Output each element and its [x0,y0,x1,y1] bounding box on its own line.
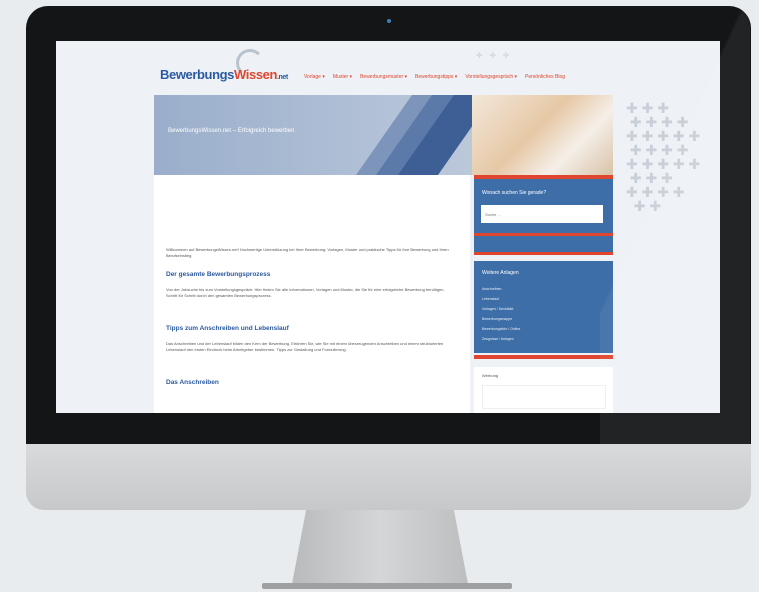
intro-text: Willkommen auf BewerbungsWissen.net! Hoc… [166,247,449,258]
sidebar: Wonach suchen Sie gerade? Weitere Anlage… [474,175,613,413]
nav-item-vorlage[interactable]: Vorlage [304,74,325,80]
category-link[interactable]: Bewerbungsmappe [482,317,512,321]
section-heading: Tipps zum Anschreiben und Lebenslauf [166,325,289,332]
ad-title: Werbung [482,373,499,378]
ad-placeholder[interactable] [482,385,606,409]
section-text: Von der Jobsuche bis zum Vorstellungsges… [166,287,445,298]
monitor-stand-neck [292,510,468,584]
section-heading: Das Anschreiben [166,379,219,386]
logo-accent-text: Wissen [234,67,278,82]
section-heading: Der gesamte Bewerbungsprozess [166,271,271,278]
categories-title: Weitere Anlagen [482,270,519,276]
nav-item-bewerbungstipps[interactable]: Bewerbungstipps [415,74,457,80]
nav-item-bewerbungsmuster[interactable]: Bewerbungsmuster [360,74,407,80]
category-link[interactable]: Zeugnisse / Anlagen [482,337,514,341]
site-logo[interactable]: BewerbungsWissen.net [160,67,288,82]
category-link[interactable]: Lebenslauf [482,297,499,301]
main-content: Willkommen auf BewerbungsWissen.net! Hoc… [154,175,470,413]
monitor-chin [26,444,751,510]
search-widget-title: Wonach suchen Sie gerade? [482,190,547,196]
sidebar-blue-bar [474,236,613,252]
site-header: BewerbungsWissen.net Vorlage Muster Bewe… [154,41,613,95]
sidebar-categories-widget: Weitere Anlagen Anschreiben Lebenslauf V… [474,261,613,353]
screen-glare [600,6,750,444]
main-nav: Vorlage Muster Bewerbungsmuster Bewerbun… [304,74,565,80]
sidebar-ad-widget: Werbung [474,367,613,413]
hero-photo [472,95,613,175]
hero-title: BewerbungsWissen.net – Erfolgreich bewer… [168,128,295,134]
section-text: Das Anschreiben und der Lebenslauf bilde… [166,341,444,352]
category-link[interactable]: Vorlagen / Deckblatt [482,307,513,311]
hero-banner: BewerbungsWissen.net – Erfolgreich bewer… [154,95,613,175]
sidebar-accent-bar [474,252,613,255]
monitor-stand-foot [262,583,512,589]
nav-item-vorstellungsgespraech[interactable]: Vorstellungsgespräch [465,74,517,80]
nav-item-blog[interactable]: Persönliches Blog [525,74,565,80]
nav-item-muster[interactable]: Muster [333,74,352,80]
logo-main-text: Bewerbungs [160,67,235,82]
camera-icon [387,19,391,23]
website-page: BewerbungsWissen.net Vorlage Muster Bewe… [154,41,613,413]
sidebar-search-widget: Wonach suchen Sie gerade? [474,179,613,233]
logo-suffix-text: .net [277,74,288,81]
category-link[interactable]: Bewerbungsfoto / Online [482,327,520,331]
imac-mockup: ✚ ✚ ✚ ✚ ✚ ✚ ✚✚ ✚ ✚ ✚ ✚ ✚ ✚ ✚ ✚✚ ✚ ✚ ✚ ✚ … [0,0,759,592]
category-link[interactable]: Anschreiben [482,287,501,291]
sidebar-accent-bar [474,355,613,359]
search-input[interactable] [481,205,603,223]
